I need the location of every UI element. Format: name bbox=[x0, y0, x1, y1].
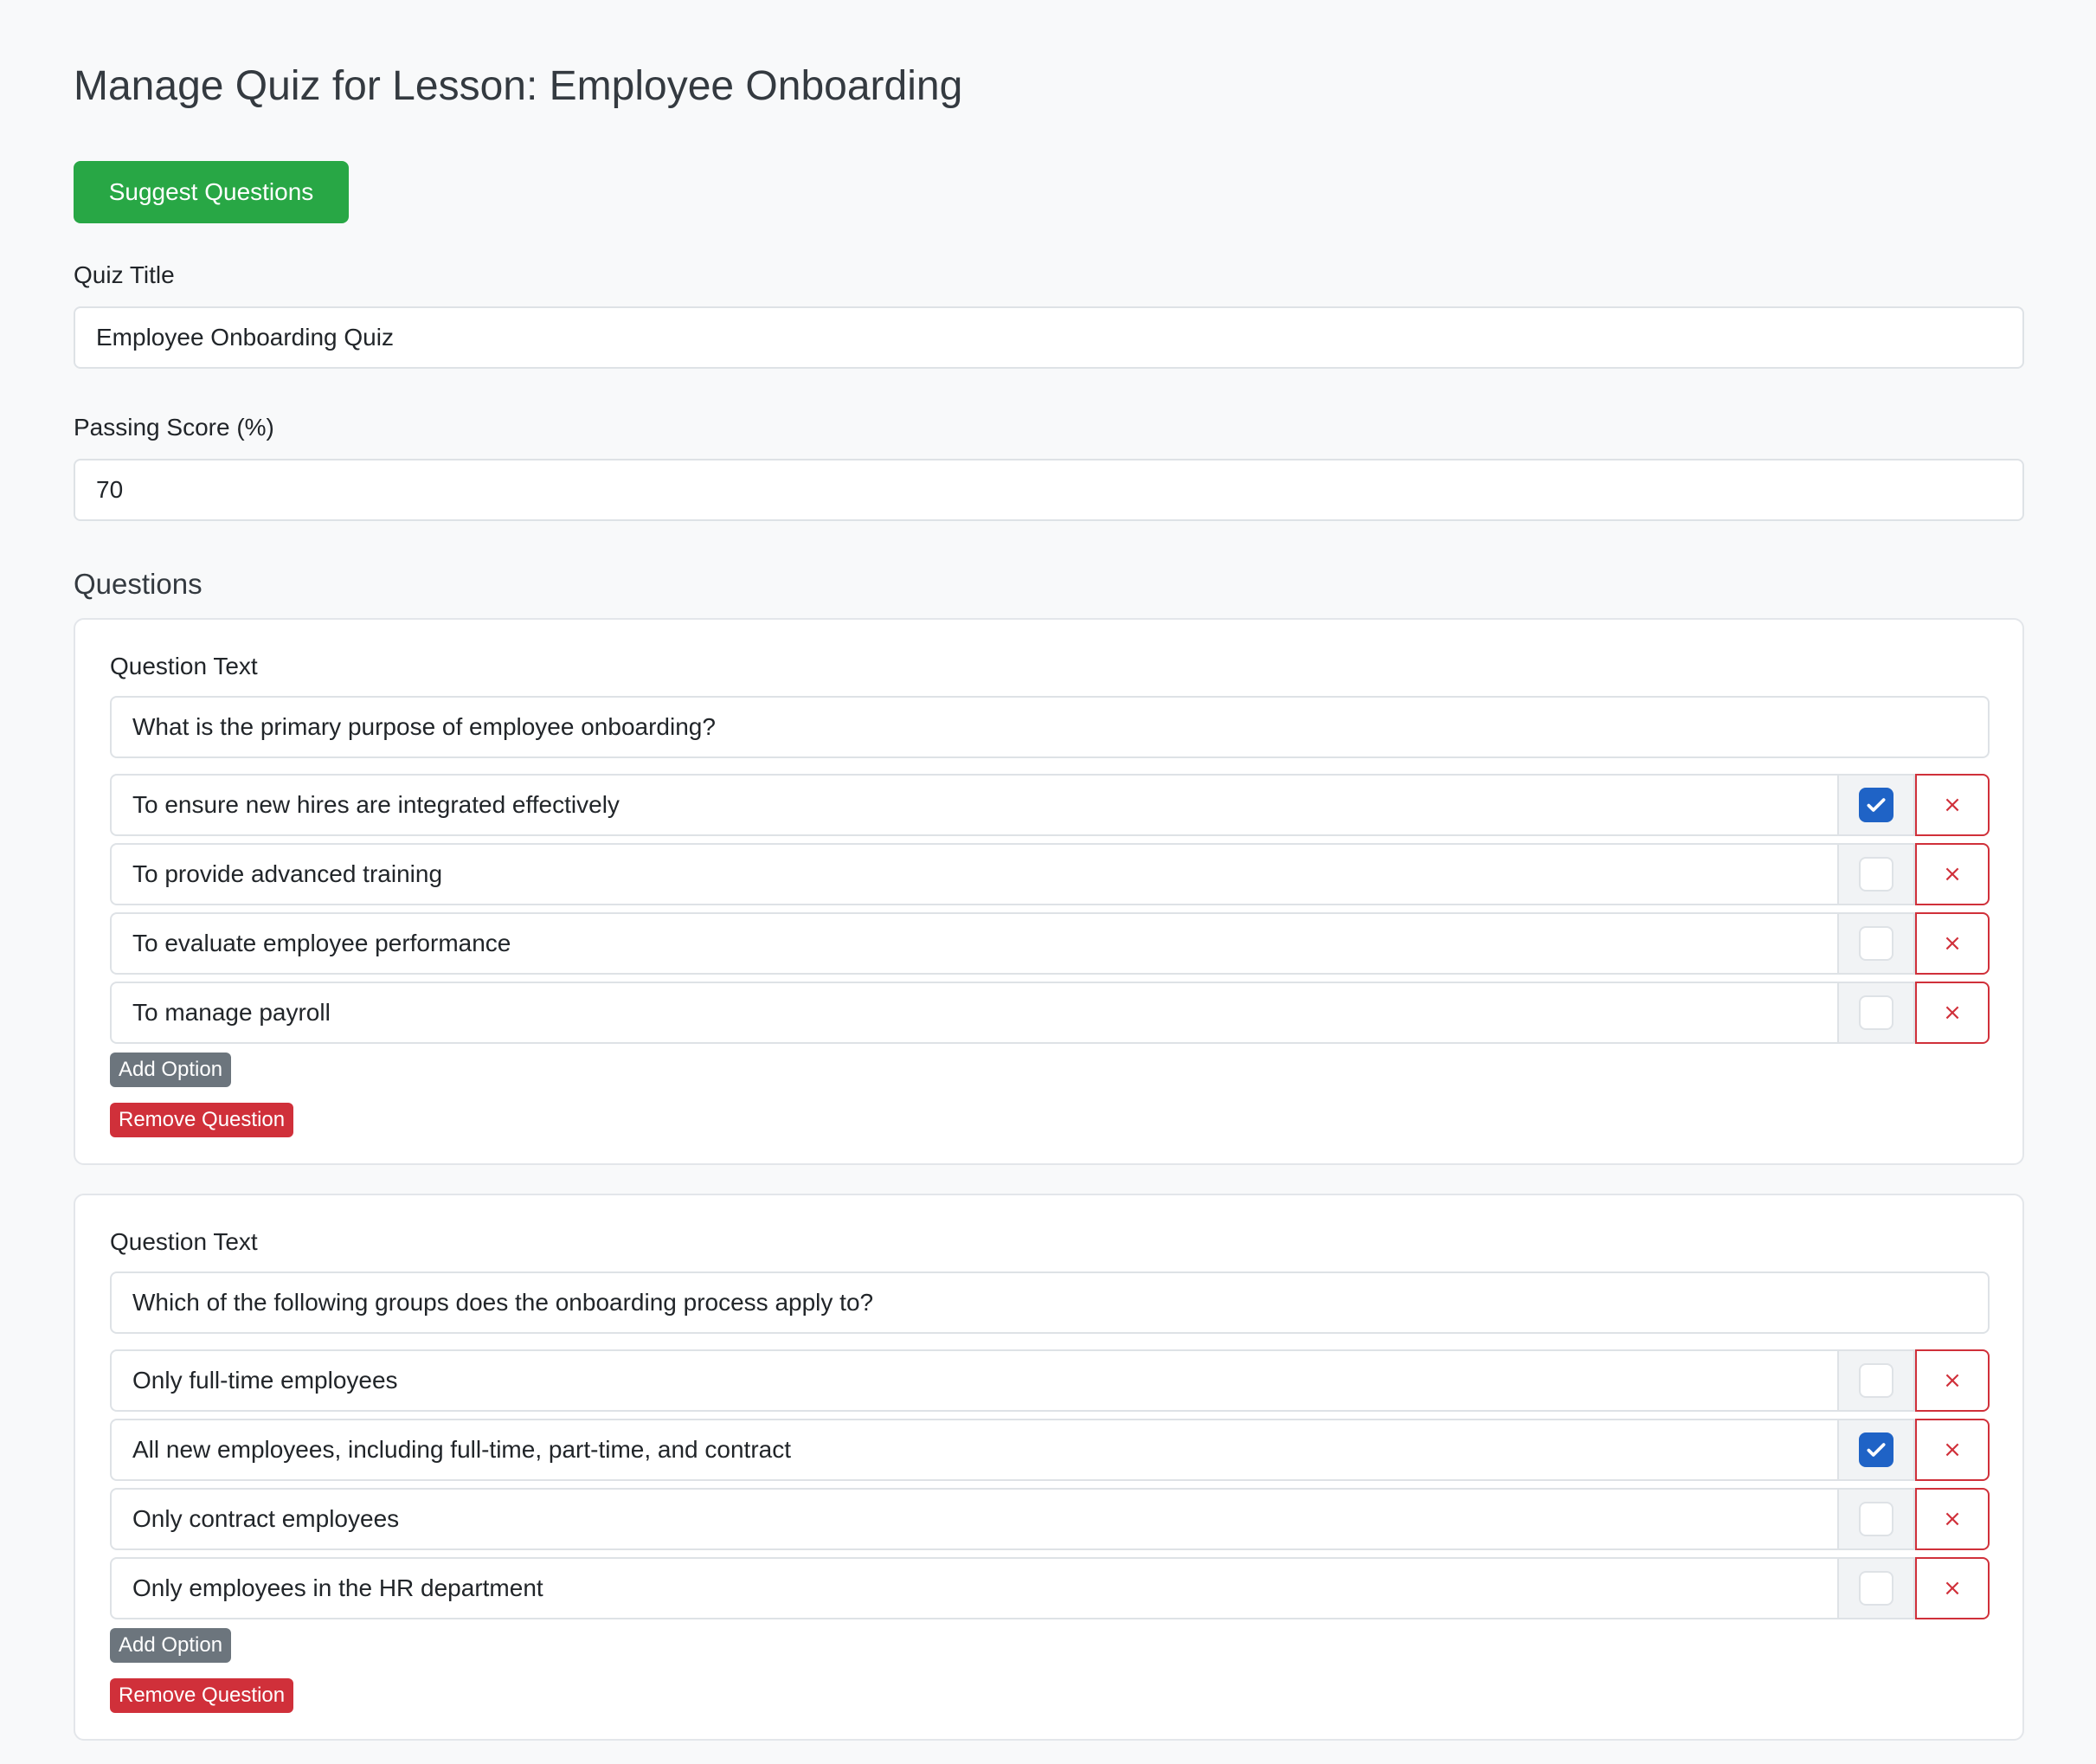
remove-option-button[interactable]: × bbox=[1915, 843, 1990, 905]
option-row: × bbox=[110, 1557, 1990, 1619]
option-text-input[interactable] bbox=[110, 1349, 1837, 1412]
quiz-title-input[interactable] bbox=[74, 306, 2024, 369]
option-text-input[interactable] bbox=[110, 912, 1837, 975]
correct-answer-cell bbox=[1837, 912, 1915, 975]
option-row: × bbox=[110, 774, 1990, 836]
correct-answer-cell bbox=[1837, 1488, 1915, 1550]
check-icon bbox=[1867, 798, 1886, 812]
quiz-manager-page: Manage Quiz for Lesson: Employee Onboard… bbox=[0, 0, 2096, 1764]
question-text-input[interactable] bbox=[110, 696, 1990, 758]
add-option-button[interactable]: Add Option bbox=[110, 1053, 232, 1087]
remove-question-button[interactable]: Remove Question bbox=[110, 1678, 294, 1713]
correct-answer-checkbox[interactable] bbox=[1859, 1571, 1893, 1606]
remove-option-button[interactable]: × bbox=[1915, 1419, 1990, 1481]
suggest-questions-button[interactable]: Suggest Questions bbox=[74, 161, 349, 223]
remove-option-button[interactable]: × bbox=[1915, 774, 1990, 836]
correct-answer-checkbox[interactable] bbox=[1859, 1502, 1893, 1536]
passing-score-input[interactable] bbox=[74, 459, 2024, 521]
remove-option-button[interactable]: × bbox=[1915, 1349, 1990, 1412]
question-text-input[interactable] bbox=[110, 1271, 1990, 1334]
quiz-title-label: Quiz Title bbox=[74, 261, 175, 288]
option-text-input[interactable] bbox=[110, 774, 1837, 836]
check-icon bbox=[1867, 1443, 1886, 1457]
correct-answer-cell bbox=[1837, 774, 1915, 836]
question-text-label: Question Text bbox=[110, 1228, 258, 1255]
option-text-input[interactable] bbox=[110, 843, 1837, 905]
option-text-input[interactable] bbox=[110, 1419, 1837, 1481]
correct-answer-cell bbox=[1837, 1557, 1915, 1619]
option-row: × bbox=[110, 982, 1990, 1044]
correct-answer-checkbox[interactable] bbox=[1859, 1363, 1893, 1398]
option-row: × bbox=[110, 1419, 1990, 1481]
add-option-button[interactable]: Add Option bbox=[110, 1628, 232, 1663]
correct-answer-checkbox[interactable] bbox=[1859, 857, 1893, 892]
correct-answer-cell bbox=[1837, 1419, 1915, 1481]
question-text-label: Question Text bbox=[110, 653, 258, 679]
questions-heading: Questions bbox=[74, 568, 203, 600]
option-row: × bbox=[110, 1488, 1990, 1550]
correct-answer-checkbox[interactable] bbox=[1859, 926, 1893, 961]
remove-question-button[interactable]: Remove Question bbox=[110, 1103, 294, 1137]
correct-answer-cell bbox=[1837, 982, 1915, 1044]
passing-score-label: Passing Score (%) bbox=[74, 414, 274, 441]
question-card: Question Text × × × bbox=[74, 1194, 2024, 1741]
option-text-input[interactable] bbox=[110, 1488, 1837, 1550]
correct-answer-checkbox[interactable] bbox=[1859, 1432, 1893, 1467]
remove-option-button[interactable]: × bbox=[1915, 1557, 1990, 1619]
question-card: Question Text × × × bbox=[74, 618, 2024, 1165]
option-text-input[interactable] bbox=[110, 1557, 1837, 1619]
remove-option-button[interactable]: × bbox=[1915, 912, 1990, 975]
correct-answer-checkbox[interactable] bbox=[1859, 788, 1893, 822]
option-row: × bbox=[110, 843, 1990, 905]
option-text-input[interactable] bbox=[110, 982, 1837, 1044]
page-title: Manage Quiz for Lesson: Employee Onboard… bbox=[74, 63, 963, 109]
remove-option-button[interactable]: × bbox=[1915, 1488, 1990, 1550]
correct-answer-checkbox[interactable] bbox=[1859, 995, 1893, 1030]
correct-answer-cell bbox=[1837, 1349, 1915, 1412]
option-row: × bbox=[110, 912, 1990, 975]
remove-option-button[interactable]: × bbox=[1915, 982, 1990, 1044]
option-row: × bbox=[110, 1349, 1990, 1412]
correct-answer-cell bbox=[1837, 843, 1915, 905]
